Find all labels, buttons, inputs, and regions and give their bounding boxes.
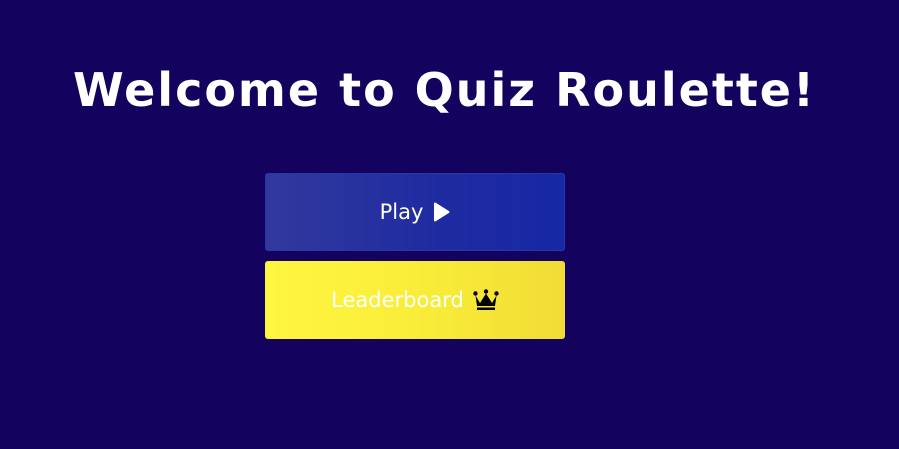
leaderboard-button[interactable]: Leaderboard: [265, 261, 565, 339]
page-title: Welcome to Quiz Roulette!: [73, 63, 816, 117]
play-button-label: Play: [379, 200, 424, 224]
play-button[interactable]: Play: [265, 173, 565, 251]
leaderboard-button-label: Leaderboard: [331, 288, 464, 312]
play-icon: [432, 202, 450, 222]
crown-icon: [473, 289, 499, 311]
